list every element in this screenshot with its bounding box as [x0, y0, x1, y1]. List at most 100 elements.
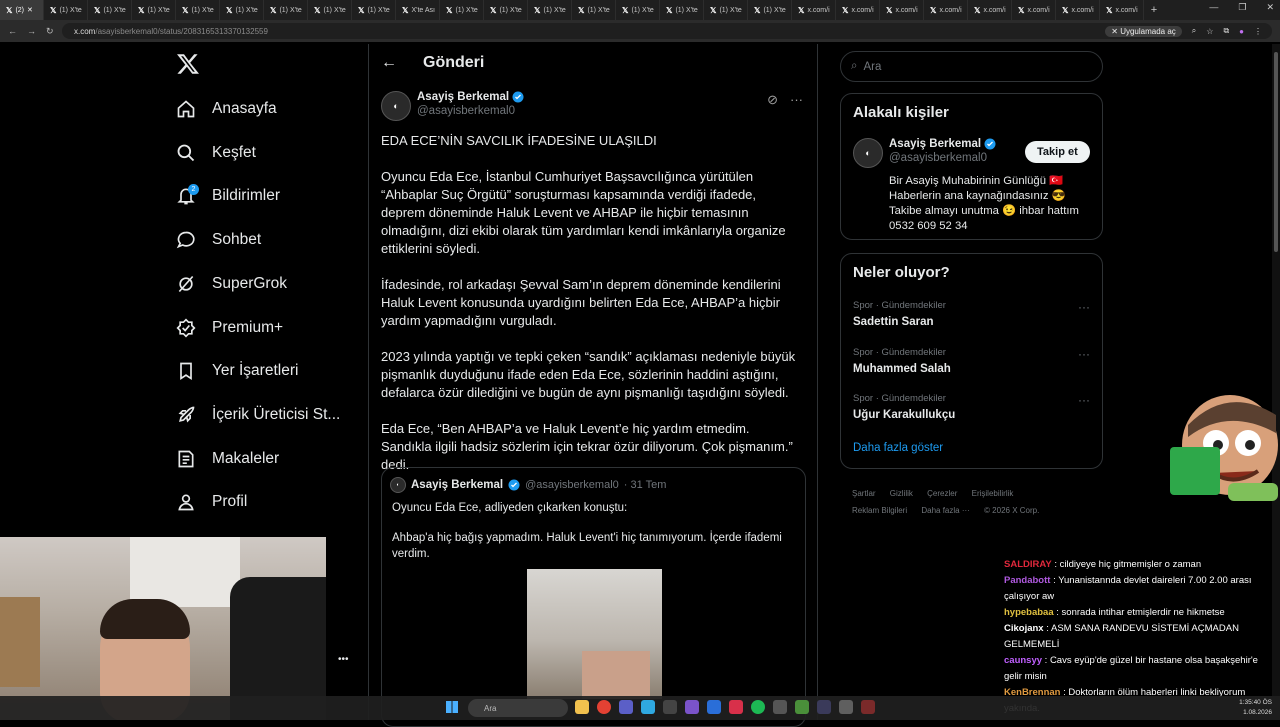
sidebar-item-notifications[interactable]: 2 Bildirimler: [176, 182, 280, 210]
windows-start-icon[interactable]: [446, 701, 458, 713]
window-controls: — ❐ ✕: [1209, 2, 1274, 13]
browser-tab[interactable]: 𝕏 (1) X'te: [44, 0, 88, 20]
trend-item[interactable]: Spor · Gündemdekiler Muhammed Salah: [853, 347, 951, 375]
app-icon[interactable]: [575, 700, 589, 714]
browser-tab[interactable]: 𝕏x.com/i: [1012, 0, 1056, 20]
browser-tab[interactable]: 𝕏 (1) X'te: [264, 0, 308, 20]
more-options-icon[interactable]: ···: [790, 92, 803, 108]
follow-button[interactable]: Takip et: [1025, 141, 1090, 163]
app-icon[interactable]: [707, 700, 721, 714]
sidebar-item-bookmarks[interactable]: Yer İşaretleri: [176, 357, 298, 385]
browser-tab[interactable]: 𝕏 (1) X'te: [528, 0, 572, 20]
extensions-icon[interactable]: ⧉: [1223, 26, 1229, 36]
forward-icon[interactable]: →: [27, 26, 36, 37]
search-icon: ⌕: [851, 60, 858, 72]
app-icon[interactable]: [817, 700, 831, 714]
browser-tab[interactable]: 𝕏 (1) X'te: [220, 0, 264, 20]
star-icon[interactable]: ☆: [1206, 27, 1213, 36]
trend-more-icon[interactable]: ···: [1078, 300, 1090, 314]
browser-tab[interactable]: 𝕏 (1) X'te: [616, 0, 660, 20]
x-logo-icon[interactable]: [176, 52, 200, 76]
browser-tab[interactable]: 𝕏 (1) X'te: [484, 0, 528, 20]
url-field[interactable]: x.com/asayisberkemal0/status/20831653133…: [62, 23, 1272, 39]
app-icon[interactable]: [839, 700, 853, 714]
footer-link[interactable]: Çerezler: [927, 489, 957, 498]
browser-tab[interactable]: 𝕏x.com/i: [924, 0, 968, 20]
related-person[interactable]: ◐ Asayiş Berkemal @asayisberkemal0: [853, 138, 996, 168]
sidebar-item-chat[interactable]: Sohbet: [176, 226, 261, 254]
footer-link[interactable]: Erişilebilirlik: [972, 489, 1014, 498]
app-icon[interactable]: [685, 700, 699, 714]
back-arrow-icon[interactable]: ←: [381, 54, 397, 72]
app-icon[interactable]: [641, 700, 655, 714]
profile-icon[interactable]: ●: [1239, 27, 1244, 36]
webcam-person-hair: [100, 599, 190, 639]
browser-tab[interactable]: 𝕏x.com/i: [880, 0, 924, 20]
app-icon[interactable]: [729, 700, 743, 714]
browser-tab[interactable]: 𝕏 (1) X'te: [704, 0, 748, 20]
sidebar-item-home[interactable]: Anasayfa: [176, 95, 277, 123]
spotify-icon[interactable]: [751, 700, 765, 714]
menu-icon[interactable]: ⋮: [1254, 27, 1262, 36]
footer-link[interactable]: Reklam Bilgileri: [852, 506, 907, 515]
sidebar-item-creator-studio[interactable]: İçerik Üreticisi St...: [176, 401, 340, 429]
show-more-link[interactable]: Daha fazla göster: [853, 442, 943, 454]
taskbar-clock[interactable]: 1:35:40 ÖS 1.08.2026: [1239, 698, 1272, 718]
browser-tab[interactable]: 𝕏x.com/i: [1056, 0, 1100, 20]
browser-tab[interactable]: 𝕏x.com/i: [1100, 0, 1144, 20]
browser-tab[interactable]: 𝕏 (1) X'te: [352, 0, 396, 20]
back-icon[interactable]: ←: [8, 26, 17, 37]
tab-active[interactable]: 𝕏 (2) ✕: [0, 0, 44, 20]
footer-link[interactable]: Gizlilik: [890, 489, 913, 498]
app-icon[interactable]: [773, 700, 787, 714]
trend-more-icon[interactable]: ···: [1078, 347, 1090, 361]
browser-tab[interactable]: 𝕏 (1) X'te: [572, 0, 616, 20]
browser-tab[interactable]: 𝕏 (1) X'te: [748, 0, 792, 20]
browser-tab[interactable]: 𝕏 (1) X'te: [88, 0, 132, 20]
open-in-app-button[interactable]: ✕ Uygulamada aç: [1105, 25, 1182, 37]
maximize-icon[interactable]: ❐: [1238, 2, 1246, 13]
grok-icon[interactable]: ⊘: [767, 92, 778, 108]
trend-more-icon[interactable]: ···: [1078, 393, 1090, 407]
app-icon[interactable]: [663, 700, 677, 714]
browser-tab[interactable]: 𝕏x.com/i: [836, 0, 880, 20]
account-more-button[interactable]: •••: [338, 654, 349, 665]
app-icon[interactable]: [795, 700, 809, 714]
post-paragraph: EDA ECE’NİN SAVCILIK İFADESİNE ULAŞILDI: [381, 133, 657, 148]
app-icon[interactable]: [861, 700, 875, 714]
sidebar-item-explore[interactable]: Keşfet: [176, 139, 256, 167]
avatar[interactable]: ◐: [853, 138, 883, 168]
sidebar-item-supergrok[interactable]: SuperGrok: [176, 270, 287, 298]
taskbar-search[interactable]: Ara: [468, 699, 568, 717]
browser-tab[interactable]: 𝕏x.com/i: [968, 0, 1012, 20]
app-icon[interactable]: [619, 700, 633, 714]
chrome-icon[interactable]: [597, 700, 611, 714]
sidebar-item-premium[interactable]: Premium+: [176, 314, 283, 342]
browser-tab[interactable]: 𝕏 (1) X'te: [440, 0, 484, 20]
quoted-media-image[interactable]: [527, 569, 662, 699]
browser-tab[interactable]: 𝕏 (1) X'te: [660, 0, 704, 20]
sidebar-item-profile[interactable]: Profil: [176, 488, 247, 516]
post-paragraph: Eda Ece, “Ben AHBAP’a ve Haluk Levent’e …: [381, 421, 793, 472]
close-window-icon[interactable]: ✕: [1266, 2, 1274, 13]
person-bio: Bir Asayiş Muhabirinin Günlüğü 🇹🇷 Haberl…: [889, 175, 1079, 232]
browser-tab[interactable]: 𝕏 (1) X'te: [132, 0, 176, 20]
trend-item[interactable]: Spor · Gündemdekiler Uğur Karakullukçu: [853, 393, 955, 421]
browser-tab[interactable]: 𝕏x.com/i: [792, 0, 836, 20]
new-tab-button[interactable]: +: [1144, 4, 1164, 16]
sidebar-item-articles[interactable]: Makaleler: [176, 445, 279, 473]
reload-icon[interactable]: ↻: [46, 26, 54, 37]
trend-item[interactable]: Spor · Gündemdekiler Sadettin Saran: [853, 300, 946, 328]
browser-tab[interactable]: 𝕏 (1) X'te: [308, 0, 352, 20]
verified-badge-icon: [512, 91, 524, 103]
zoom-icon[interactable]: ⌕: [1192, 26, 1196, 36]
browser-tab[interactable]: 𝕏 (1) X'te: [176, 0, 220, 20]
quoted-post[interactable]: ◐ Asayiş Berkemal @asayisberkemal0 · 31 …: [381, 467, 806, 727]
post-author[interactable]: ◐ Asayiş Berkemal @asayisberkemal0: [381, 91, 524, 121]
footer-link[interactable]: Şartlar: [852, 489, 876, 498]
footer-link[interactable]: Daha fazla ···: [921, 506, 969, 515]
minimize-icon[interactable]: —: [1209, 2, 1218, 13]
search-input[interactable]: ⌕ Ara: [840, 51, 1103, 82]
avatar[interactable]: ◐: [381, 91, 411, 121]
browser-tab[interactable]: 𝕏 X'te Ası: [396, 0, 440, 20]
